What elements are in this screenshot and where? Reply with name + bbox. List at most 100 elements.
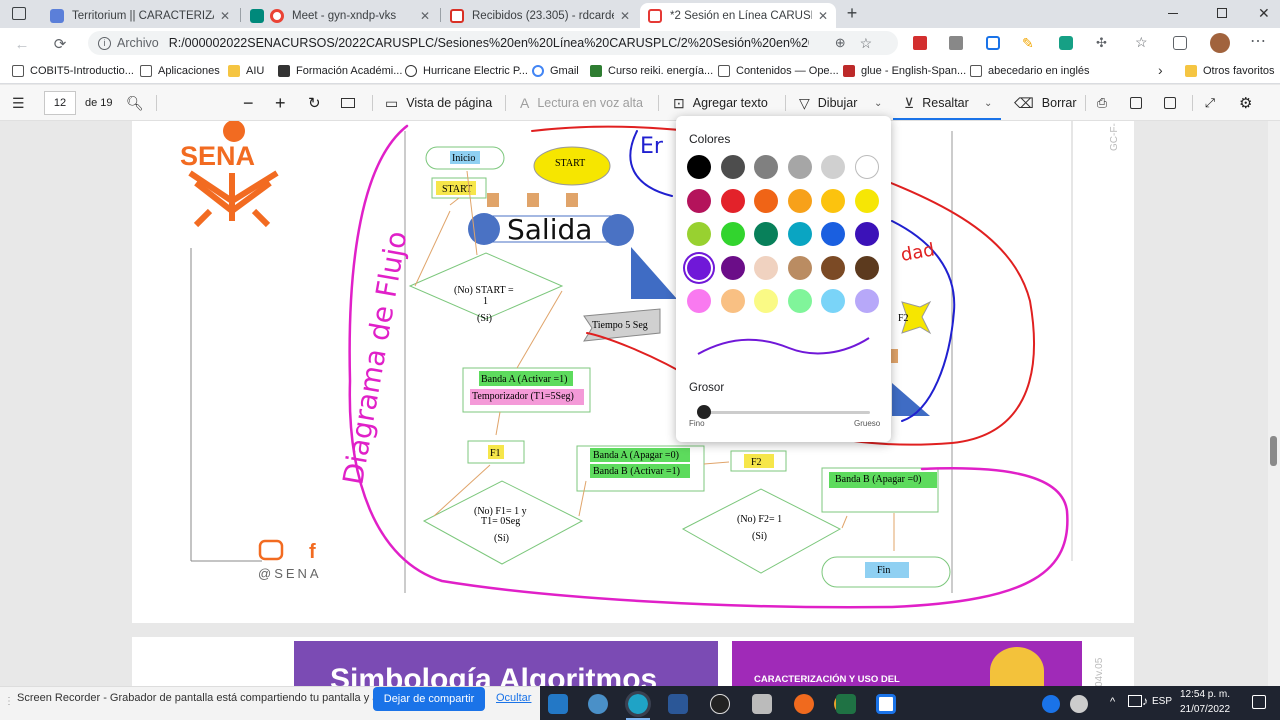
color-swatch[interactable] — [787, 222, 812, 246]
color-swatch[interactable] — [854, 255, 879, 280]
bookmark-apps[interactable]: Aplicaciones — [140, 63, 220, 79]
color-swatch[interactable] — [754, 155, 778, 179]
network-icon[interactable] — [1128, 695, 1142, 707]
bookmark-contenidos[interactable]: Contenidos — Ope... — [718, 63, 839, 79]
word-icon[interactable] — [668, 694, 688, 714]
color-swatch[interactable] — [854, 188, 879, 213]
color-swatch[interactable] — [854, 222, 879, 246]
bookmark-otros[interactable]: Otros favoritos — [1185, 63, 1275, 79]
color-swatch[interactable] — [821, 289, 845, 313]
extension-icon[interactable] — [949, 36, 963, 50]
scrollbar-thumb[interactable] — [1270, 436, 1277, 466]
save-as-icon[interactable] — [1164, 93, 1176, 113]
color-swatch[interactable] — [754, 289, 778, 313]
url-text[interactable]: R:/000002022SENACURSOS/2022CARUSPLC/Sesi… — [169, 36, 809, 50]
screen-recorder-icon[interactable] — [876, 694, 896, 714]
github-icon[interactable] — [710, 694, 730, 714]
color-swatch[interactable] — [720, 155, 745, 179]
add-text-button[interactable]: ⊡ Agregar texto — [673, 93, 768, 113]
draw-button[interactable]: ▽ Dibujar — [799, 93, 857, 113]
save-icon[interactable] — [1130, 93, 1142, 113]
bookmark-reiki[interactable]: Curso reiki. energía... — [590, 63, 713, 79]
firefox-icon[interactable] — [794, 694, 814, 714]
page-number-input[interactable]: 12 — [44, 91, 76, 115]
pen-extension-icon[interactable]: ✎ — [1022, 35, 1034, 52]
erase-button[interactable]: ⌫ Borrar — [1014, 93, 1077, 113]
bookmark-hurricane[interactable]: Hurricane Electric P... — [405, 63, 528, 79]
reload-icon[interactable]: ⟳ — [48, 32, 72, 56]
excel-icon[interactable] — [836, 694, 856, 714]
stop-sharing-button[interactable]: Dejar de compartir — [373, 687, 485, 711]
color-swatch[interactable] — [687, 255, 711, 280]
volume-icon[interactable]: ♪ — [1142, 694, 1148, 708]
rotate-icon[interactable]: ↻ — [308, 93, 321, 113]
bookmark-aiu[interactable]: AIU — [228, 63, 264, 79]
color-swatch[interactable] — [687, 289, 711, 313]
color-swatch[interactable] — [720, 255, 745, 280]
tab-actions-icon[interactable] — [12, 7, 26, 20]
close-tab-icon[interactable]: ✕ — [620, 9, 630, 23]
color-swatch[interactable] — [821, 188, 845, 213]
address-bar[interactable]: i Archivo R:/000002022SENACURSOS/2022CAR… — [88, 31, 898, 55]
color-swatch[interactable] — [754, 255, 778, 280]
read-aloud-button[interactable]: A Lectura en voz alta — [520, 93, 643, 113]
fullscreen-icon[interactable]: ⤢ — [1205, 93, 1215, 113]
thickness-slider-knob[interactable] — [697, 405, 711, 419]
back-icon[interactable]: ← — [10, 32, 34, 56]
drag-handle-icon[interactable]: ⋮ — [4, 696, 14, 707]
edge-active-icon[interactable] — [625, 691, 651, 717]
close-tab-icon[interactable]: ✕ — [818, 9, 828, 23]
hide-button[interactable]: Ocultar — [496, 692, 531, 704]
highlight-options-chevron-icon[interactable]: ⌄ — [984, 93, 992, 113]
vscode-icon[interactable] — [548, 694, 568, 714]
close-tab-icon[interactable]: ✕ — [220, 9, 230, 23]
color-swatch[interactable] — [821, 155, 845, 179]
new-tab-button[interactable]: + — [842, 3, 862, 25]
color-swatch[interactable] — [687, 155, 711, 179]
settings-gear-icon[interactable]: ⚙ — [1239, 93, 1252, 113]
tab-pdf[interactable]: *2 Sesión en Línea CARUSPLC 2✕ — [640, 3, 836, 28]
edge-browser-icon[interactable] — [588, 694, 608, 714]
puzzle-icon[interactable]: ✣ — [1096, 35, 1107, 51]
notifications-icon[interactable] — [1252, 695, 1266, 709]
search-icon[interactable]: 🔍︎ — [126, 93, 152, 113]
zoom-out-icon[interactable]: − — [243, 93, 254, 113]
bookmark-cobit[interactable]: COBIT5-Introductio... — [12, 63, 134, 79]
close-tab-icon[interactable]: ✕ — [420, 9, 430, 23]
pencil-extension-icon[interactable] — [1059, 36, 1073, 50]
bookmarks-overflow-icon[interactable]: › — [1158, 62, 1163, 78]
bookmark-formacion[interactable]: Formación Académi... — [278, 63, 402, 79]
contents-icon[interactable]: ☰ — [12, 93, 33, 113]
favorites-icon[interactable]: ☆ — [1135, 34, 1148, 51]
screen-recorder-extension-icon[interactable] — [986, 36, 1000, 50]
page-view-button[interactable]: ▭ Vista de página — [385, 93, 492, 113]
color-swatch[interactable] — [687, 188, 711, 213]
draw-options-chevron-icon[interactable]: ⌄ — [874, 93, 882, 113]
color-swatch[interactable] — [821, 255, 845, 280]
info-icon[interactable]: i — [98, 36, 111, 50]
print-icon[interactable]: ⎙ — [1097, 93, 1107, 113]
color-swatch[interactable] — [687, 222, 711, 246]
acrobat-extension-icon[interactable] — [913, 36, 927, 50]
color-swatch[interactable] — [754, 222, 778, 246]
zoom-in-icon[interactable]: + — [275, 93, 286, 113]
clock-time[interactable]: 12:54 p. m. — [1180, 689, 1230, 700]
close-window-icon[interactable]: ✕ — [1258, 5, 1270, 22]
color-swatch[interactable] — [720, 289, 745, 313]
color-swatch[interactable] — [787, 255, 812, 280]
clock-date[interactable]: 21/07/2022 — [1180, 704, 1230, 715]
color-swatch[interactable] — [854, 289, 879, 313]
color-swatch[interactable] — [854, 155, 879, 179]
bookmark-glue[interactable]: glue - English-Span... — [843, 63, 966, 79]
tab-territorium[interactable]: Territorium || CARACTERIZACIÓN✕ — [42, 3, 238, 28]
favorite-star-icon[interactable]: ☆ — [860, 35, 873, 52]
help-icon[interactable] — [1042, 695, 1060, 713]
color-swatch[interactable] — [787, 155, 812, 179]
language-indicator[interactable]: ESP — [1152, 696, 1172, 707]
bookmark-abecedario[interactable]: abecedario en inglés — [970, 63, 1090, 79]
color-swatch[interactable] — [720, 188, 745, 213]
highlight-button[interactable]: ⊻ Resaltar — [904, 93, 969, 113]
tab-meet[interactable]: Meet - gyn-xndp-vks ✕ — [242, 3, 438, 28]
scrollbar[interactable] — [1268, 121, 1280, 686]
avatar[interactable] — [1210, 33, 1230, 53]
